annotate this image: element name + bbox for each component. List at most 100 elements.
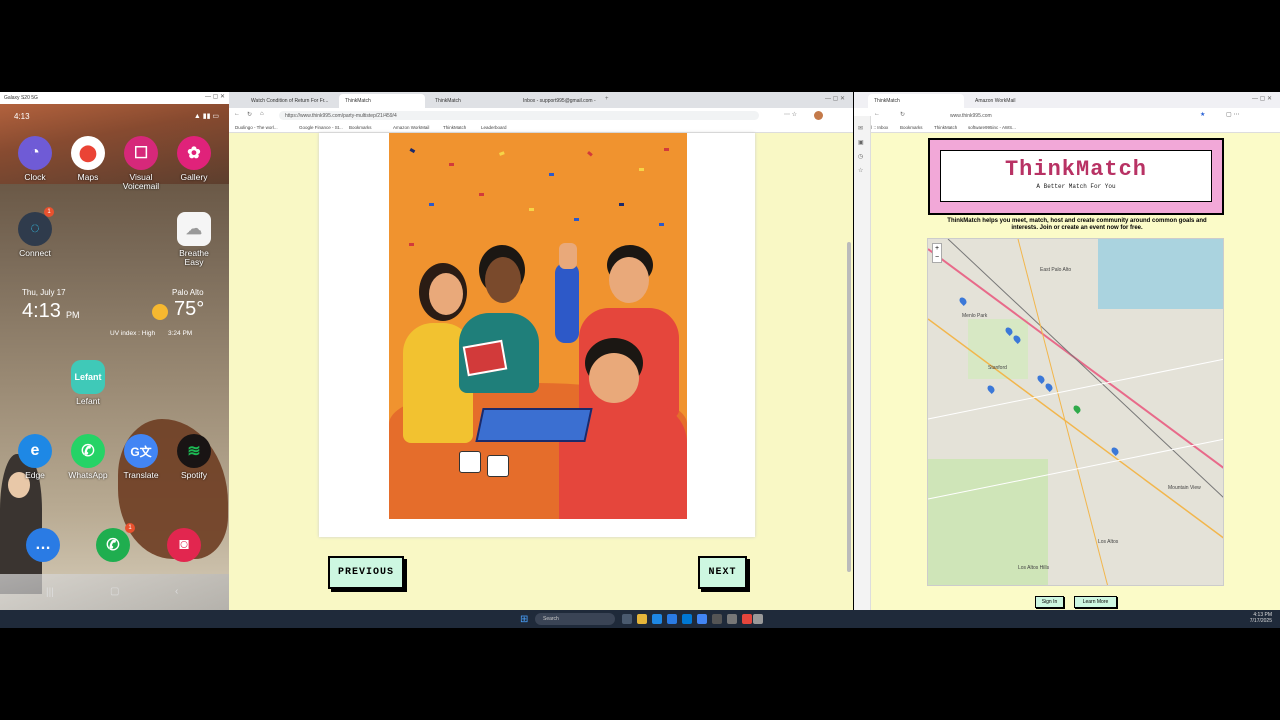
woman-face bbox=[429, 273, 463, 315]
app-whatsapp[interactable]: ✆ WhatsApp bbox=[68, 434, 108, 480]
app-connect[interactable]: ◌ Connect bbox=[15, 212, 55, 258]
status-time: 4:13 bbox=[14, 112, 30, 121]
outlook-icon[interactable] bbox=[682, 614, 692, 624]
app-icon[interactable] bbox=[712, 614, 722, 624]
bookmark-google-finance[interactable]: Google Finance - St... bbox=[299, 125, 343, 130]
next-button[interactable]: NEXT bbox=[698, 556, 747, 589]
weather-location: Palo Alto bbox=[172, 288, 204, 297]
tab-workmail[interactable]: Amazon WorkMail bbox=[969, 94, 1049, 108]
bookmark-thinkmatch-2[interactable]: ThinkMatch bbox=[934, 125, 957, 130]
tab-thinkmatch-2[interactable]: ThinkMatch bbox=[868, 94, 964, 108]
reload-icon-2[interactable]: ↻ bbox=[900, 111, 905, 118]
dice-left bbox=[459, 451, 481, 473]
address-bar-row-2: ← ↻ www.think995.com ★ ▢ ⋯ bbox=[854, 108, 1280, 123]
chrome-icon[interactable] bbox=[697, 614, 707, 624]
sign-in-button[interactable]: Sign In bbox=[1035, 596, 1064, 608]
tab-thinkmatch-active[interactable]: ThinkMatch bbox=[339, 94, 425, 108]
window-controls-icon-2[interactable]: — ▢ ✕ bbox=[1252, 95, 1272, 102]
confetti bbox=[409, 148, 669, 246]
scrollbar[interactable] bbox=[847, 242, 851, 572]
bookmark-star-icon[interactable]: ★ bbox=[1200, 111, 1205, 118]
app-icon-2[interactable] bbox=[727, 614, 737, 624]
gallery-icon: ✿ bbox=[177, 136, 211, 170]
camera-icon: ◙ bbox=[167, 528, 201, 562]
bookmark-duolingo[interactable]: Duolingo - The worl... bbox=[235, 125, 278, 130]
profile-avatar[interactable] bbox=[814, 111, 823, 120]
bookmark-leaderboard[interactable]: Leaderboard bbox=[481, 125, 507, 130]
clock-icon: ◔ bbox=[18, 136, 52, 170]
map-zoom-controls[interactable]: + − bbox=[932, 243, 942, 263]
widget-date: Thu, July 17 bbox=[22, 288, 66, 297]
app-breathe-easy[interactable]: ☁ Breathe Easy bbox=[174, 212, 214, 268]
whatsapp-icon: ✆ bbox=[71, 434, 105, 468]
app-icon-4[interactable] bbox=[753, 614, 763, 624]
tab-bar-2: ThinkMatch Amazon WorkMail — ▢ ✕ bbox=[854, 92, 1280, 108]
maps-icon: ⬤ bbox=[71, 136, 105, 170]
previous-button[interactable]: PREVIOUS bbox=[328, 556, 404, 589]
window-controls-icon[interactable]: — ▢ ✕ bbox=[825, 95, 845, 102]
app-visual-voicemail[interactable]: ☐ Visual Voicemail bbox=[121, 136, 161, 192]
dock-messages[interactable]: … bbox=[26, 528, 60, 562]
tab-thinkmatch[interactable]: ThinkMatch bbox=[429, 94, 513, 108]
app-spotify[interactable]: ≋ Spotify bbox=[174, 434, 214, 480]
window-controls[interactable]: — ▢ ✕ bbox=[205, 93, 225, 100]
extensions-icon[interactable]: ⋯ ☆ bbox=[784, 111, 797, 118]
phone-home-screen: 4:13 ▲ ▮▮ ▭ ◔ Clock ⬤ Maps ☐ Visual Voic… bbox=[0, 104, 229, 610]
url-field-2[interactable]: www.think995.com bbox=[944, 111, 1200, 120]
tab-bar: Watch Condition of Return For Fr... Thin… bbox=[229, 92, 853, 108]
app-lefant[interactable]: Lefant Lefant bbox=[68, 360, 108, 406]
bookmark-workmail[interactable]: Amazon WorkMail bbox=[393, 125, 429, 130]
app-icon-3[interactable] bbox=[742, 614, 752, 624]
sun-icon bbox=[152, 304, 168, 320]
app-clock[interactable]: ◔ Clock bbox=[15, 136, 55, 182]
app-maps[interactable]: ⬤ Maps bbox=[68, 136, 108, 182]
lefant-icon: Lefant bbox=[71, 360, 105, 394]
home-nav-icon[interactable]: ▢ bbox=[110, 586, 119, 597]
home-icon[interactable]: ⌂ bbox=[260, 111, 264, 117]
map-label-los-altos-hills: Los Altos Hills bbox=[1018, 565, 1050, 571]
windows-start-icon[interactable]: ⊞ bbox=[520, 614, 530, 625]
new-tab-icon[interactable]: + bbox=[605, 96, 609, 102]
bookmark-folder[interactable]: Bookmarks bbox=[349, 125, 372, 130]
browser-window-party: Watch Condition of Return For Fr... Thin… bbox=[229, 92, 853, 610]
app-gallery[interactable]: ✿ Gallery bbox=[174, 136, 214, 182]
sidebar-icons[interactable]: ✉ ▣ ◷ ☆ bbox=[858, 122, 870, 178]
tab-inbox[interactable]: Inbox - support995@gmail.com - bbox=[517, 94, 609, 108]
file-explorer-icon[interactable] bbox=[637, 614, 647, 624]
weather-uv: UV index : High bbox=[110, 330, 156, 337]
bookmark-folder-2[interactable]: Bookmarks bbox=[900, 125, 923, 130]
app-translate[interactable]: G文 Translate bbox=[121, 434, 161, 480]
edge-taskbar-icon[interactable] bbox=[652, 614, 662, 624]
man-glasses-face bbox=[609, 257, 649, 303]
dock-phone[interactable]: ✆ bbox=[96, 528, 130, 562]
phone-mirror-window: Galaxy S20 5G — ▢ ✕ 4:13 ▲ ▮▮ ▭ ◔ Clock … bbox=[0, 92, 229, 610]
recents-nav-icon[interactable]: ||| bbox=[46, 587, 54, 598]
event-map[interactable]: + − East Palo Alto Menlo Park Stanford Mo… bbox=[927, 238, 1224, 586]
toolbar-icons-2[interactable]: ▢ ⋯ bbox=[1226, 111, 1239, 118]
bookmark-thinkmatch[interactable]: ThinkMatch bbox=[443, 125, 466, 130]
hero-banner: ThinkMatch A Better Match For You bbox=[928, 138, 1224, 215]
url-field[interactable]: https://www.think995.com/party-multistep… bbox=[279, 111, 759, 120]
map-label-stanford: Stanford bbox=[988, 365, 1007, 371]
back-icon-2[interactable]: ← bbox=[874, 111, 880, 117]
tab-watch[interactable]: Watch Condition of Return For Fr... bbox=[245, 94, 337, 108]
status-icons: ▲ ▮▮ ▭ bbox=[193, 113, 219, 120]
address-bar-row: ← ↻ ⌂ https://www.think995.com/party-mul… bbox=[229, 108, 853, 123]
windows-taskbar: ⊞ Search 4:13 PM 7/17/2025 bbox=[0, 610, 1280, 628]
learn-more-button[interactable]: Learn More bbox=[1074, 596, 1117, 608]
store-icon[interactable] bbox=[667, 614, 677, 624]
widget-ampm: PM bbox=[66, 310, 80, 320]
back-nav-icon[interactable]: ‹ bbox=[175, 586, 178, 597]
weather-updated: 3:24 PM bbox=[168, 330, 193, 337]
connect-icon: ◌ bbox=[18, 212, 52, 246]
widget-time: 4:13 bbox=[22, 300, 61, 322]
app-edge[interactable]: e Edge bbox=[15, 434, 55, 480]
bookmark-aws[interactable]: software995inc - AWS... bbox=[968, 125, 1016, 130]
map-label-mountain-view: Mountain View bbox=[1168, 485, 1201, 491]
taskbar-search[interactable]: Search bbox=[535, 613, 615, 625]
system-clock[interactable]: 4:13 PM 7/17/2025 bbox=[1250, 612, 1272, 624]
back-icon[interactable]: ← bbox=[234, 111, 240, 117]
dock-camera[interactable]: ◙ bbox=[167, 528, 201, 562]
reload-icon[interactable]: ↻ bbox=[247, 111, 252, 118]
task-view-icon[interactable] bbox=[622, 614, 632, 624]
